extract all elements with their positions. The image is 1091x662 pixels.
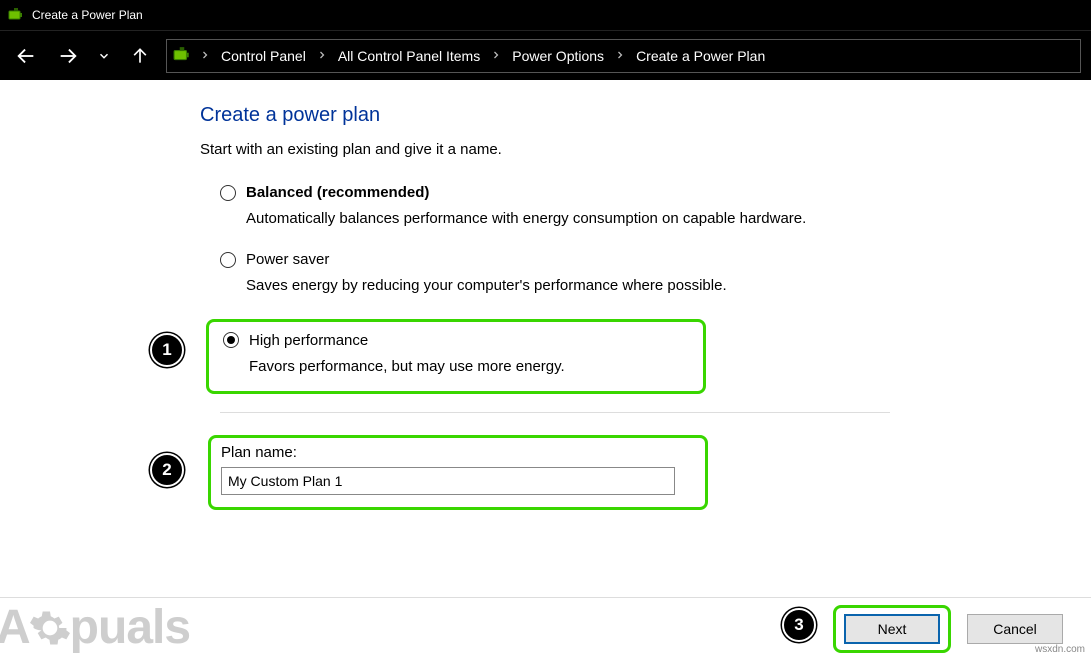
highlight-next-button: 3 Next bbox=[833, 605, 951, 653]
radio-balanced[interactable] bbox=[220, 185, 236, 201]
watermark-text: puals bbox=[70, 600, 190, 655]
breadcrumb-power-options[interactable]: Power Options bbox=[508, 46, 608, 66]
watermark-text: A bbox=[0, 600, 30, 655]
chevron-right-icon bbox=[490, 48, 502, 64]
radio-power-saver[interactable] bbox=[220, 252, 236, 268]
plan-description: Saves energy by reducing your computer's… bbox=[246, 276, 920, 296]
divider bbox=[220, 412, 890, 413]
address-bar[interactable]: Control Panel All Control Panel Items Po… bbox=[166, 39, 1081, 73]
recent-locations-button[interactable] bbox=[94, 40, 114, 72]
page-subtitle: Start with an existing plan and give it … bbox=[200, 141, 1091, 158]
breadcrumb-control-panel[interactable]: Control Panel bbox=[217, 46, 310, 66]
plan-option-power-saver[interactable]: Power saver Saves energy by reducing you… bbox=[220, 251, 920, 296]
radio-high-performance[interactable] bbox=[223, 332, 239, 348]
breadcrumb-all-items[interactable]: All Control Panel Items bbox=[334, 46, 484, 66]
plan-label: Balanced (recommended) bbox=[246, 184, 429, 201]
plan-option-high-performance[interactable]: High performance Favors performance, but… bbox=[223, 332, 689, 377]
plan-option-balanced[interactable]: Balanced (recommended) Automatically bal… bbox=[220, 184, 920, 229]
callout-badge-3: 3 bbox=[782, 608, 816, 642]
chevron-right-icon bbox=[199, 48, 211, 64]
power-plan-options: Balanced (recommended) Automatically bal… bbox=[220, 184, 920, 510]
breadcrumb-label: All Control Panel Items bbox=[338, 48, 480, 64]
plan-description: Automatically balances performance with … bbox=[246, 209, 920, 229]
plan-name-input[interactable] bbox=[221, 467, 675, 495]
up-button[interactable] bbox=[124, 40, 156, 72]
callout-badge-2: 2 bbox=[150, 453, 184, 487]
watermark-logo: A puals bbox=[0, 600, 190, 655]
next-button[interactable]: Next bbox=[844, 614, 940, 644]
title-bar: Create a Power Plan bbox=[0, 0, 1091, 30]
plan-label: Power saver bbox=[246, 251, 329, 268]
callout-badge-1: 1 bbox=[150, 333, 184, 367]
cancel-button[interactable]: Cancel bbox=[967, 614, 1063, 644]
breadcrumb-label: Power Options bbox=[512, 48, 604, 64]
page-title: Create a power plan bbox=[200, 104, 1091, 127]
back-button[interactable] bbox=[10, 40, 42, 72]
forward-button[interactable] bbox=[52, 40, 84, 72]
window-title: Create a Power Plan bbox=[32, 8, 143, 22]
highlight-plan-name: Plan name: bbox=[208, 435, 708, 510]
highlight-high-performance: High performance Favors performance, but… bbox=[206, 319, 706, 394]
chevron-right-icon bbox=[614, 48, 626, 64]
plan-label: High performance bbox=[249, 332, 368, 349]
battery-icon bbox=[173, 46, 193, 66]
breadcrumb-label: Control Panel bbox=[221, 48, 306, 64]
battery-icon bbox=[8, 7, 24, 23]
page-content: Create a power plan Start with an existi… bbox=[0, 80, 1091, 510]
breadcrumb-label: Create a Power Plan bbox=[636, 48, 765, 64]
plan-description: Favors performance, but may use more ene… bbox=[249, 357, 689, 377]
breadcrumb-create-power-plan[interactable]: Create a Power Plan bbox=[632, 46, 769, 66]
gear-icon bbox=[28, 606, 72, 650]
navigation-bar: Control Panel All Control Panel Items Po… bbox=[0, 30, 1091, 80]
chevron-right-icon bbox=[316, 48, 328, 64]
source-attribution: wsxdn.com bbox=[1035, 644, 1085, 655]
plan-name-label: Plan name: bbox=[221, 444, 695, 461]
